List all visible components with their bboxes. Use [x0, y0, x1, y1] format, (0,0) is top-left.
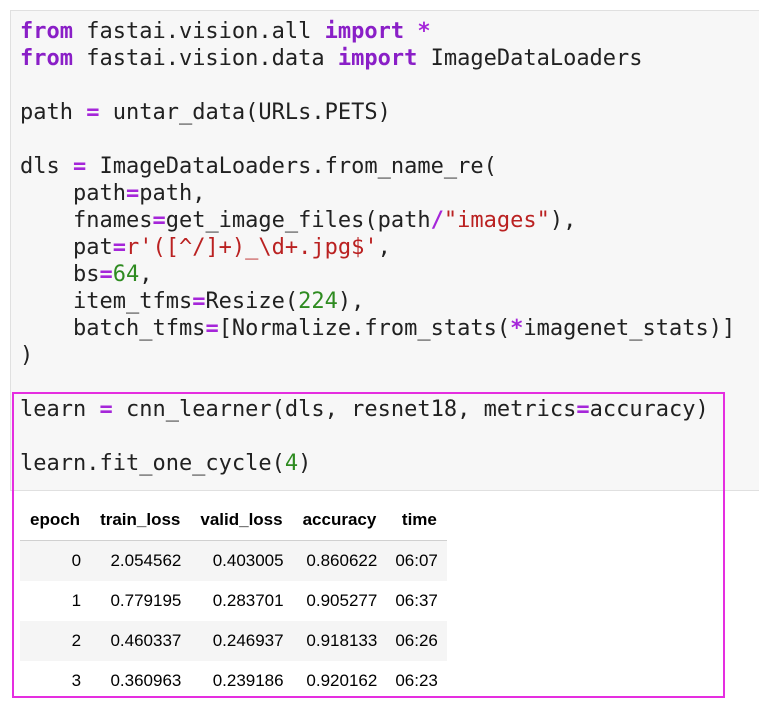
code-line-8: fnames=get_image_files(path/"images"), [20, 208, 577, 233]
code-line-13: ) [20, 343, 34, 368]
code-line-11: item_tfms=Resize(224), [20, 289, 365, 314]
highlight-box [12, 392, 725, 698]
code-line-1: from fastai.vision.all import * [20, 19, 431, 44]
code-line-4: path = untar_data(URLs.PETS) [20, 100, 391, 125]
code-line-7: path=path, [20, 181, 206, 206]
code-line-9: pat=r'([^/]+)_\d+.jpg$', [20, 235, 391, 260]
code-line-2: from fastai.vision.data import ImageData… [20, 46, 643, 71]
code-line-10: bs=64, [20, 262, 153, 287]
code-line-12: batch_tfms=[Normalize.from_stats(*imagen… [20, 316, 736, 341]
code-line-6: dls = ImageDataLoaders.from_name_re( [20, 154, 497, 179]
